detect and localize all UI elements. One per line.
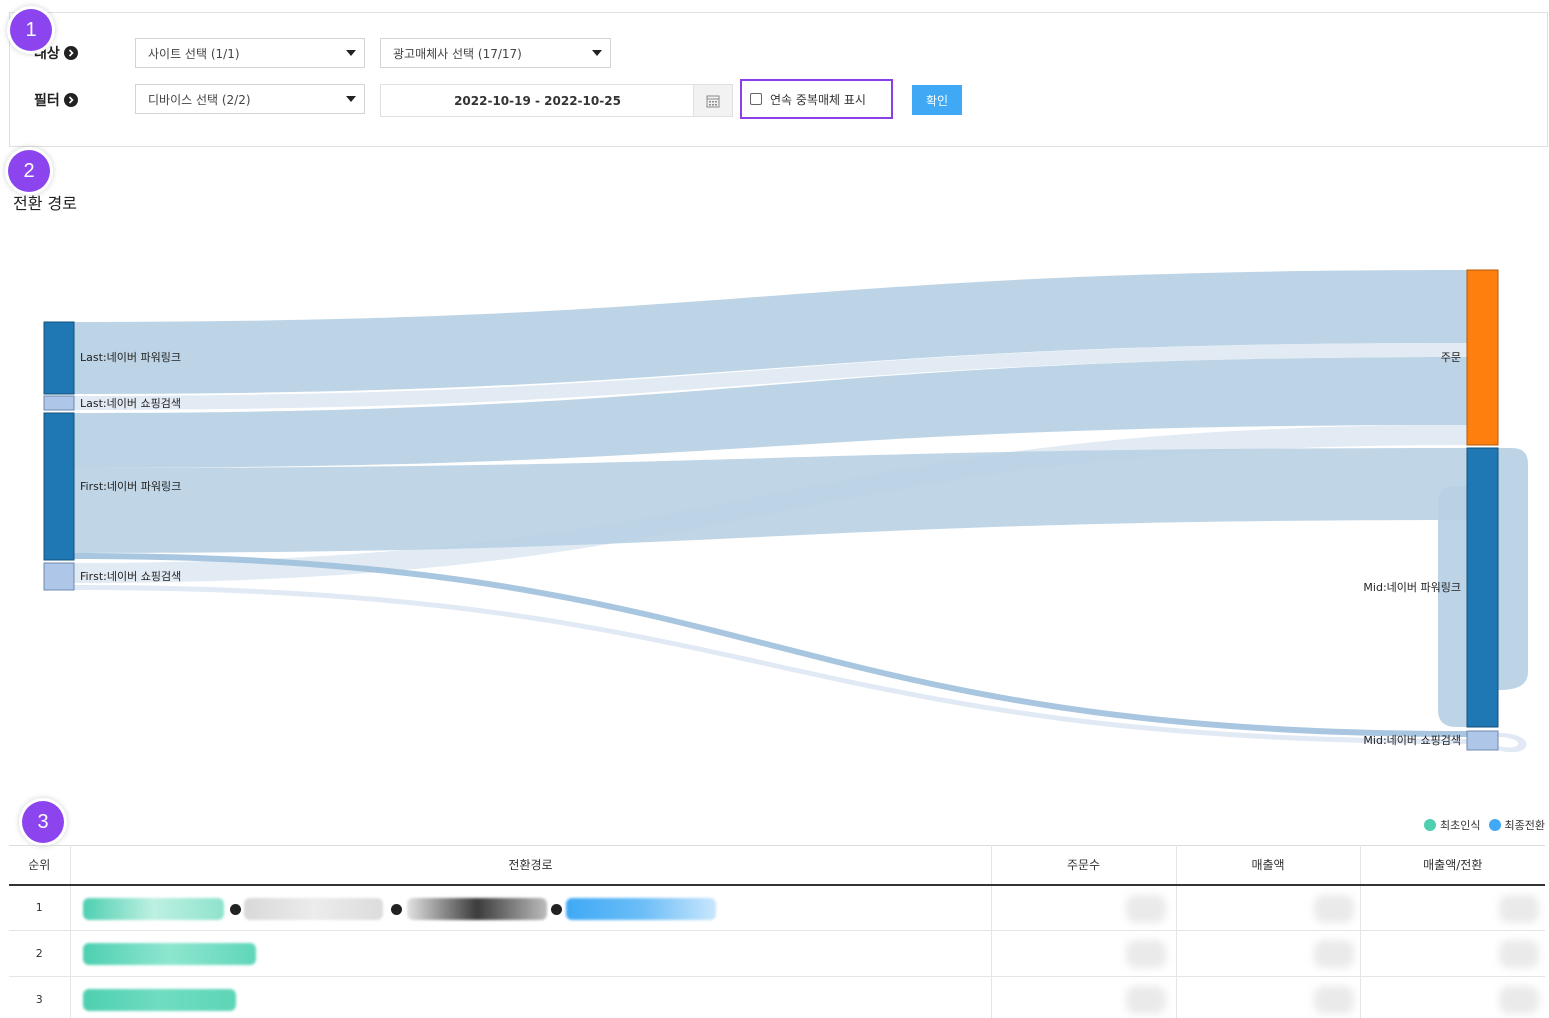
- col-orders[interactable]: 주문수: [991, 845, 1177, 886]
- revenue-per-conversion-cell: [1360, 884, 1545, 931]
- node-mid-shopping: [1466, 730, 1499, 751]
- link-first-pl-mid-sc: [74, 553, 1467, 737]
- chevron-right-icon: [229, 903, 241, 915]
- redacted-value: [1499, 940, 1539, 968]
- node-first-shopping: [43, 562, 75, 591]
- node-label-mid-shopping: Mid:네이버 쇼핑검색: [1363, 734, 1461, 747]
- conversion-path-table: 순위 전환경로 주문수 매출액 매출액/전환 1 2 3: [9, 845, 1545, 1018]
- legend-last-label: 최종전환: [1504, 819, 1545, 832]
- node-label-order: 주문: [1441, 351, 1461, 364]
- node-label-first-shopping: First:네이버 쇼핑검색: [80, 570, 181, 583]
- redacted-value: [1499, 894, 1539, 923]
- rank-cell: 2: [9, 930, 71, 977]
- rank-cell: 3: [9, 976, 71, 1018]
- legend-last-dot: [1488, 819, 1501, 831]
- path-cell: [70, 884, 992, 931]
- path-node-redacted: [243, 897, 383, 920]
- path-legend: 최초인식 최종전환: [1424, 817, 1545, 833]
- link-mid-sc-loop: [1498, 733, 1527, 753]
- path-node-redacted: [565, 897, 716, 920]
- col-rank[interactable]: 순위: [9, 845, 71, 886]
- revenue-cell: [1176, 884, 1361, 931]
- redacted-value: [1125, 940, 1166, 968]
- revenue-per-conversion-cell: [1360, 930, 1545, 977]
- node-label-mid-powerlink: Mid:네이버 파워링크: [1363, 581, 1461, 594]
- chevron-right-icon: [390, 903, 402, 915]
- node-last-powerlink: [43, 321, 75, 395]
- redacted-value: [1499, 986, 1539, 1014]
- redacted-value: [1313, 940, 1354, 968]
- revenue-cell: [1176, 976, 1361, 1018]
- node-label-first-powerlink: First:네이버 파워링크: [80, 480, 181, 493]
- revenue-per-conversion-cell: [1360, 976, 1545, 1018]
- node-first-powerlink: [43, 412, 75, 561]
- table-row[interactable]: 2: [9, 930, 1545, 977]
- orders-cell: [991, 884, 1177, 931]
- node-label-last-shopping: Last:네이버 쇼핑검색: [80, 397, 181, 410]
- col-revenue-per-conversion[interactable]: 매출액/전환: [1360, 845, 1545, 886]
- path-node-redacted: [82, 989, 236, 1011]
- link-first-sc-mid-sc: [74, 585, 1467, 744]
- legend-first-label: 최초인식: [1440, 819, 1481, 832]
- path-node-redacted: [82, 897, 224, 920]
- path-node-redacted: [406, 897, 547, 920]
- table-row[interactable]: 1: [9, 884, 1545, 931]
- sankey-chart: Last:네이버 파워링크 Last:네이버 쇼핑검색 First:네이버 파워…: [43, 269, 1528, 753]
- orders-cell: [991, 930, 1177, 977]
- path-cell: [70, 930, 992, 977]
- path-node-redacted: [82, 943, 256, 965]
- node-last-shopping: [43, 395, 75, 411]
- redacted-value: [1313, 894, 1354, 923]
- legend-first-dot: [1424, 819, 1437, 831]
- page-root: { "filters": { "target_label": "대상", "ta…: [0, 0, 1549, 1018]
- orders-cell: [991, 976, 1177, 1018]
- redacted-value: [1125, 894, 1166, 923]
- rank-cell: 1: [9, 884, 71, 931]
- chevron-right-icon: [550, 903, 562, 915]
- step-badge-3: 3: [22, 801, 64, 843]
- node-mid-powerlink: [1466, 447, 1499, 728]
- node-order: [1466, 269, 1499, 446]
- table-header-row: 순위 전환경로 주문수 매출액 매출액/전환: [9, 845, 1545, 886]
- redacted-value: [1125, 986, 1166, 1014]
- redacted-value: [1313, 986, 1354, 1014]
- revenue-cell: [1176, 930, 1361, 977]
- col-path[interactable]: 전환경로: [70, 845, 992, 886]
- table-row[interactable]: 3: [9, 976, 1545, 1018]
- path-cell: [70, 976, 992, 1018]
- node-label-last-powerlink: Last:네이버 파워링크: [80, 351, 181, 364]
- col-revenue[interactable]: 매출액: [1176, 845, 1361, 886]
